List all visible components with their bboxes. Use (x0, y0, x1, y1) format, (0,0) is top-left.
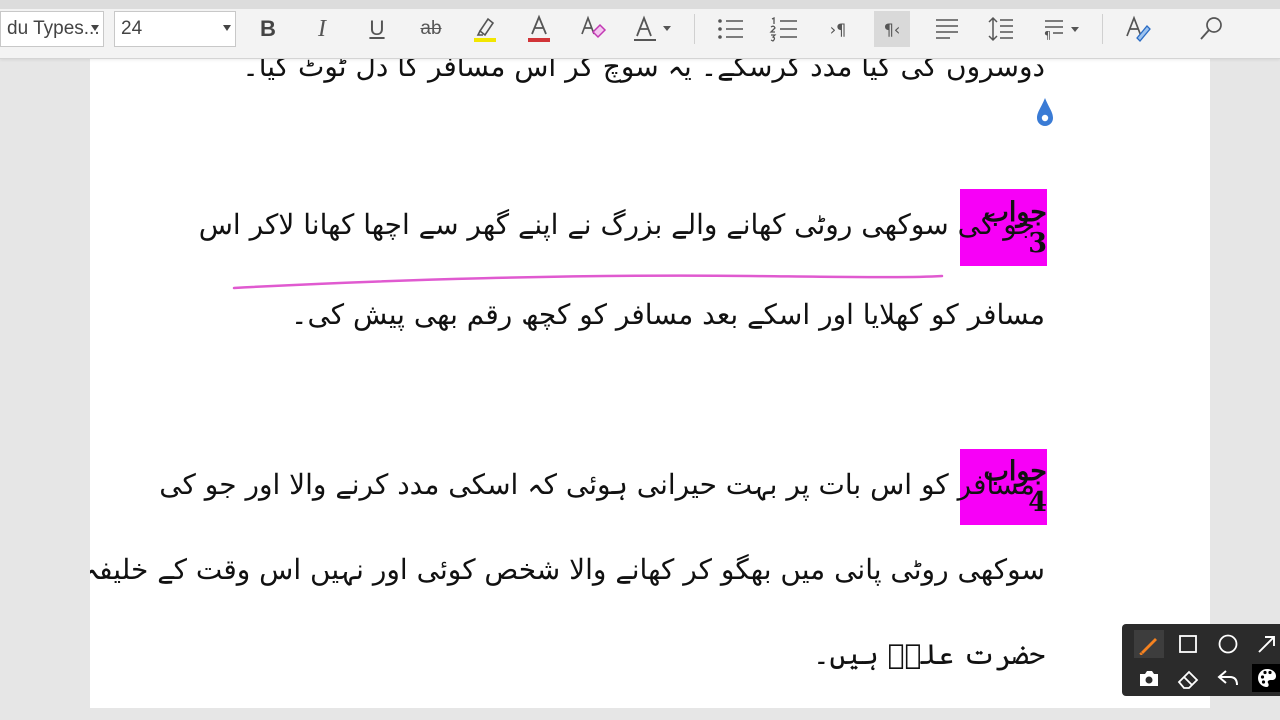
eraser-icon (1177, 670, 1199, 689)
highlight-icon (474, 17, 496, 42)
answer-3-line-2: مسافر کو کھلایا اور اسکے بعد مسافر کو کچ… (291, 298, 1045, 331)
document-page[interactable]: دوسروں کی کیا مدد کرسکے۔ یہ سوچ کر اس مس… (90, 58, 1210, 708)
ltr-direction-button[interactable]: ›¶ (820, 11, 856, 47)
rtl-direction-button[interactable]: ¶‹ (874, 11, 910, 47)
eraser-tool-button[interactable] (1173, 664, 1203, 692)
answer-4-line-1: مسافر کو اس بات پر بہت حیرانی ہوئی کہ اس… (159, 468, 1035, 501)
document-bottom-margin (0, 708, 1280, 720)
font-size-combo[interactable]: 24 (114, 11, 236, 47)
numbering-icon (769, 16, 797, 42)
italic-icon: I (318, 15, 326, 42)
align-button[interactable] (929, 11, 965, 47)
rectangle-tool-button[interactable] (1173, 630, 1203, 658)
ink-underline-stroke (232, 274, 944, 290)
text-effects-icon (634, 15, 671, 41)
toolbar-separator (694, 14, 695, 44)
palette-icon (1258, 669, 1277, 687)
chevron-down-icon[interactable] (223, 25, 231, 31)
rtl-icon: ¶‹ (883, 19, 901, 39)
line-spacing-icon (988, 16, 1013, 42)
arrow-tool-button[interactable] (1252, 630, 1280, 658)
italic-button[interactable]: I (304, 11, 340, 47)
formatting-toolbar: du Types... 24 B I U ab ›¶ ¶‹ ¶ (0, 0, 1280, 59)
circle-icon (1218, 634, 1238, 654)
numbering-button[interactable] (766, 11, 802, 47)
paragraph-options-button[interactable]: ¶ (1039, 11, 1087, 47)
answer-3-line-1: جو کی سوکھی روٹی کھانے والے بزرگ نے اپنے… (198, 208, 1035, 241)
answer-4-line-3: حضرت علیؓ ہیں۔ (813, 638, 1045, 671)
undo-button[interactable] (1213, 664, 1243, 692)
answer-4-line-2: سوکھی روٹی پانی میں بھگو کر کھانے والا ش… (90, 553, 1045, 586)
toolbar-top-strip (0, 0, 1280, 9)
font-color-button[interactable] (521, 11, 557, 47)
rectangle-icon (1179, 635, 1197, 653)
font-name-combo[interactable]: du Types... (0, 11, 104, 47)
paragraph-line: دوسروں کی کیا مدد کرسکے۔ یہ سوچ کر اس مس… (242, 58, 1045, 83)
styles-button[interactable] (1120, 11, 1156, 47)
font-name-value: du Types... (7, 18, 100, 39)
color-palette-button[interactable] (1252, 664, 1280, 692)
pen-tool-button[interactable] (1134, 630, 1164, 658)
search-button[interactable] (1193, 11, 1229, 47)
bullets-icon (718, 19, 743, 39)
bold-icon: B (260, 16, 276, 41)
bullets-button[interactable] (712, 11, 748, 47)
bold-button[interactable]: B (250, 11, 286, 47)
text-cursor-handle-icon[interactable] (1035, 96, 1055, 130)
line-spacing-button[interactable] (983, 11, 1019, 47)
underline-button[interactable]: U (359, 11, 395, 47)
strikethrough-button[interactable]: ab (413, 11, 449, 47)
pen-icon (1139, 638, 1157, 655)
clear-format-button[interactable] (575, 11, 611, 47)
ltr-icon: ›¶ (829, 19, 847, 39)
align-icon (936, 19, 958, 39)
clear-format-icon (581, 15, 607, 39)
toolbar-separator (1102, 14, 1103, 44)
chevron-down-icon[interactable] (91, 25, 99, 31)
screenshot-button[interactable] (1134, 664, 1164, 692)
ink-tools-palette (1122, 624, 1280, 696)
highlight-button[interactable] (467, 11, 503, 47)
styles-icon (1126, 15, 1151, 42)
font-size-value: 24 (121, 18, 143, 39)
underline-icon: U (369, 17, 385, 40)
undo-icon (1217, 670, 1238, 686)
arrow-icon (1258, 636, 1275, 653)
circle-tool-button[interactable] (1213, 630, 1243, 658)
paragraph-icon: ¶ (1044, 20, 1079, 42)
camera-icon (1140, 671, 1158, 686)
strikethrough-icon: ab (420, 18, 442, 39)
search-icon (1200, 17, 1222, 40)
font-color-icon (528, 14, 550, 42)
svg-text:¶: ¶ (1044, 29, 1051, 42)
text-effects-button[interactable] (629, 11, 677, 47)
